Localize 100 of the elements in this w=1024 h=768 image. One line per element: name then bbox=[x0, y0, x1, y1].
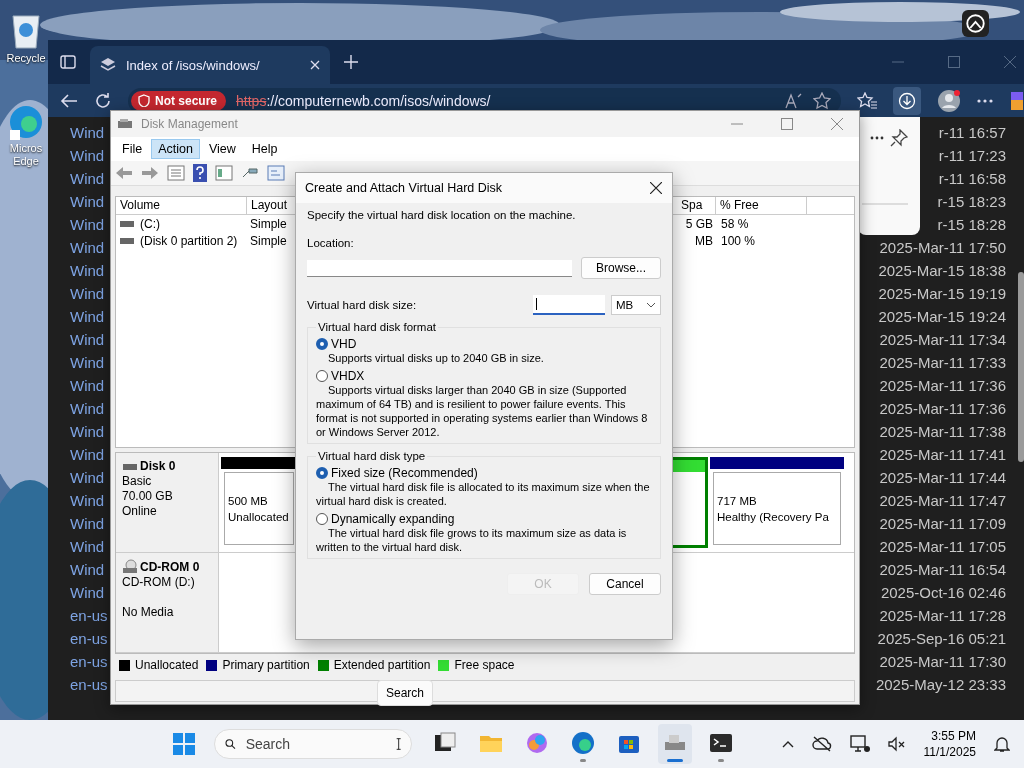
file-link[interactable]: Wind bbox=[70, 469, 105, 486]
maximize-icon[interactable] bbox=[781, 118, 793, 130]
sidebar-icon[interactable] bbox=[60, 54, 76, 70]
clock[interactable]: 3:55 PM 11/1/2025 bbox=[923, 728, 976, 760]
file-link[interactable]: Wind bbox=[70, 239, 105, 256]
file-link[interactable]: Wind bbox=[70, 446, 105, 463]
pin-icon[interactable] bbox=[890, 129, 908, 147]
file-link[interactable]: Wind bbox=[70, 584, 105, 601]
table-cell-text: Simple bbox=[249, 233, 288, 248]
more-icon[interactable] bbox=[977, 98, 993, 103]
chevron-up-icon[interactable] bbox=[781, 740, 794, 748]
file-link[interactable]: Wind bbox=[70, 377, 105, 394]
menu-item[interactable]: Help bbox=[244, 139, 285, 159]
start-icon[interactable] bbox=[172, 732, 196, 756]
file-date: 2025-Mar-15 19:19 bbox=[878, 285, 1006, 302]
file-date: 2025-Oct-16 02:46 bbox=[880, 584, 1006, 601]
file-link[interactable]: Wind bbox=[70, 538, 105, 555]
column-header[interactable]: Spa bbox=[677, 197, 716, 214]
text-cursor-icon bbox=[395, 735, 401, 753]
favorites-icon[interactable] bbox=[857, 91, 877, 110]
disk-detail: Online bbox=[122, 504, 158, 519]
disk-detail: 70.00 GB bbox=[122, 489, 174, 504]
more-icon[interactable] bbox=[870, 136, 884, 140]
file-link[interactable]: Wind bbox=[70, 262, 105, 279]
size-field[interactable] bbox=[533, 295, 605, 315]
security-badge[interactable]: Not secure bbox=[131, 90, 227, 111]
file-link[interactable]: Wind bbox=[70, 216, 105, 233]
file-date: 2025-Mar-11 17:34 bbox=[879, 331, 1006, 348]
app-icon[interactable] bbox=[962, 10, 989, 37]
file-link[interactable]: Wind bbox=[70, 492, 105, 509]
column-header[interactable]: Volume bbox=[116, 197, 247, 214]
file-link[interactable]: Wind bbox=[70, 423, 105, 440]
maximize-icon[interactable] bbox=[948, 56, 960, 68]
radio-button[interactable] bbox=[316, 467, 328, 479]
file-link[interactable]: en-us bbox=[70, 653, 108, 670]
drive-icon bbox=[122, 461, 138, 472]
properties-icon[interactable] bbox=[215, 165, 233, 181]
read-aloud-icon[interactable] bbox=[785, 92, 803, 109]
radio-button[interactable] bbox=[316, 370, 328, 382]
file-date: 2025-Mar-15 19:24 bbox=[878, 308, 1006, 325]
network-icon[interactable] bbox=[849, 735, 870, 753]
column-header[interactable]: % Free bbox=[716, 197, 807, 214]
menu-item[interactable]: Action bbox=[151, 139, 200, 159]
unit-dropdown[interactable]: MB bbox=[611, 295, 661, 315]
star-icon[interactable] bbox=[813, 91, 831, 110]
notification-icon[interactable] bbox=[994, 735, 1010, 753]
downloads-button[interactable] bbox=[893, 86, 921, 115]
file-link[interactable]: Wind bbox=[70, 193, 105, 210]
browse-button[interactable]: Browse... bbox=[581, 257, 661, 279]
table-cell: (C:) bbox=[140, 216, 160, 231]
profile-icon[interactable] bbox=[937, 88, 961, 113]
desktop-icon-label[interactable]: Recycle bbox=[6, 52, 46, 64]
field-label: Location: bbox=[307, 237, 355, 249]
option-label[interactable]: Dynamically expanding bbox=[331, 512, 455, 526]
file-link[interactable]: Wind bbox=[70, 400, 105, 417]
dialog-button[interactable]: Cancel bbox=[589, 573, 661, 595]
file-link[interactable]: Wind bbox=[70, 285, 105, 302]
file-link[interactable]: Wind bbox=[70, 515, 105, 532]
file-link[interactable]: en-us bbox=[70, 676, 108, 693]
file-date: 2025-Mar-11 17:36 bbox=[879, 377, 1006, 394]
menu-item[interactable]: File bbox=[115, 139, 150, 159]
radio-button[interactable] bbox=[316, 338, 328, 350]
option-label[interactable]: VHDX bbox=[331, 369, 365, 383]
browser-tab[interactable]: Index of /isos/windows/ bbox=[90, 46, 330, 84]
file-link[interactable]: Wind bbox=[70, 147, 105, 164]
file-date: r-15 18:28 bbox=[937, 216, 1006, 233]
radio-button[interactable] bbox=[316, 513, 328, 525]
back-icon[interactable] bbox=[60, 92, 78, 109]
refresh-icon[interactable] bbox=[94, 91, 112, 110]
url-text: https://computernewb.com/isos/windows/ bbox=[236, 92, 491, 109]
file-link[interactable]: Wind bbox=[70, 124, 105, 141]
back-arrow-icon[interactable] bbox=[115, 166, 133, 180]
volume-muted-icon[interactable] bbox=[887, 736, 906, 752]
menu-item[interactable]: View bbox=[201, 139, 243, 159]
file-link[interactable]: en-us bbox=[70, 630, 108, 647]
disk-info-panel[interactable]: Disk 0 Basic 70.00 GB Online bbox=[116, 453, 219, 552]
close-icon[interactable] bbox=[650, 182, 662, 194]
search-bar[interactable]: Search bbox=[214, 729, 412, 759]
edge-icon[interactable] bbox=[8, 104, 44, 140]
search-input[interactable]: Search bbox=[243, 735, 388, 753]
file-link[interactable]: Wind bbox=[70, 561, 105, 578]
location-field[interactable] bbox=[307, 259, 572, 277]
dialog-title: Create and Attach Virtual Hard Disk bbox=[305, 181, 503, 195]
file-link[interactable]: Wind bbox=[70, 331, 105, 348]
option-label[interactable]: VHD bbox=[331, 337, 357, 351]
file-link[interactable]: Wind bbox=[70, 170, 105, 187]
file-link[interactable]: Wind bbox=[70, 354, 105, 371]
file-date: 2025-Mar-11 17:30 bbox=[879, 653, 1006, 670]
file-date: 2025-Mar-15 18:38 bbox=[878, 262, 1006, 279]
scrollbar-thumb[interactable] bbox=[1018, 272, 1024, 462]
plus-icon[interactable] bbox=[344, 55, 358, 69]
forward-arrow-icon[interactable] bbox=[141, 166, 159, 180]
cloud-off-icon[interactable] bbox=[811, 736, 832, 752]
file-link[interactable]: Wind bbox=[70, 308, 105, 325]
legend-label: Primary partition bbox=[222, 658, 310, 672]
disk-info-panel[interactable]: CD-ROM 0 CD-ROM (D:) No Media bbox=[116, 553, 219, 652]
edge-icon bbox=[570, 730, 596, 756]
help-icon[interactable] bbox=[193, 164, 207, 182]
option-label[interactable]: Fixed size (Recommended) bbox=[331, 466, 478, 480]
file-link[interactable]: en-us bbox=[70, 607, 108, 624]
